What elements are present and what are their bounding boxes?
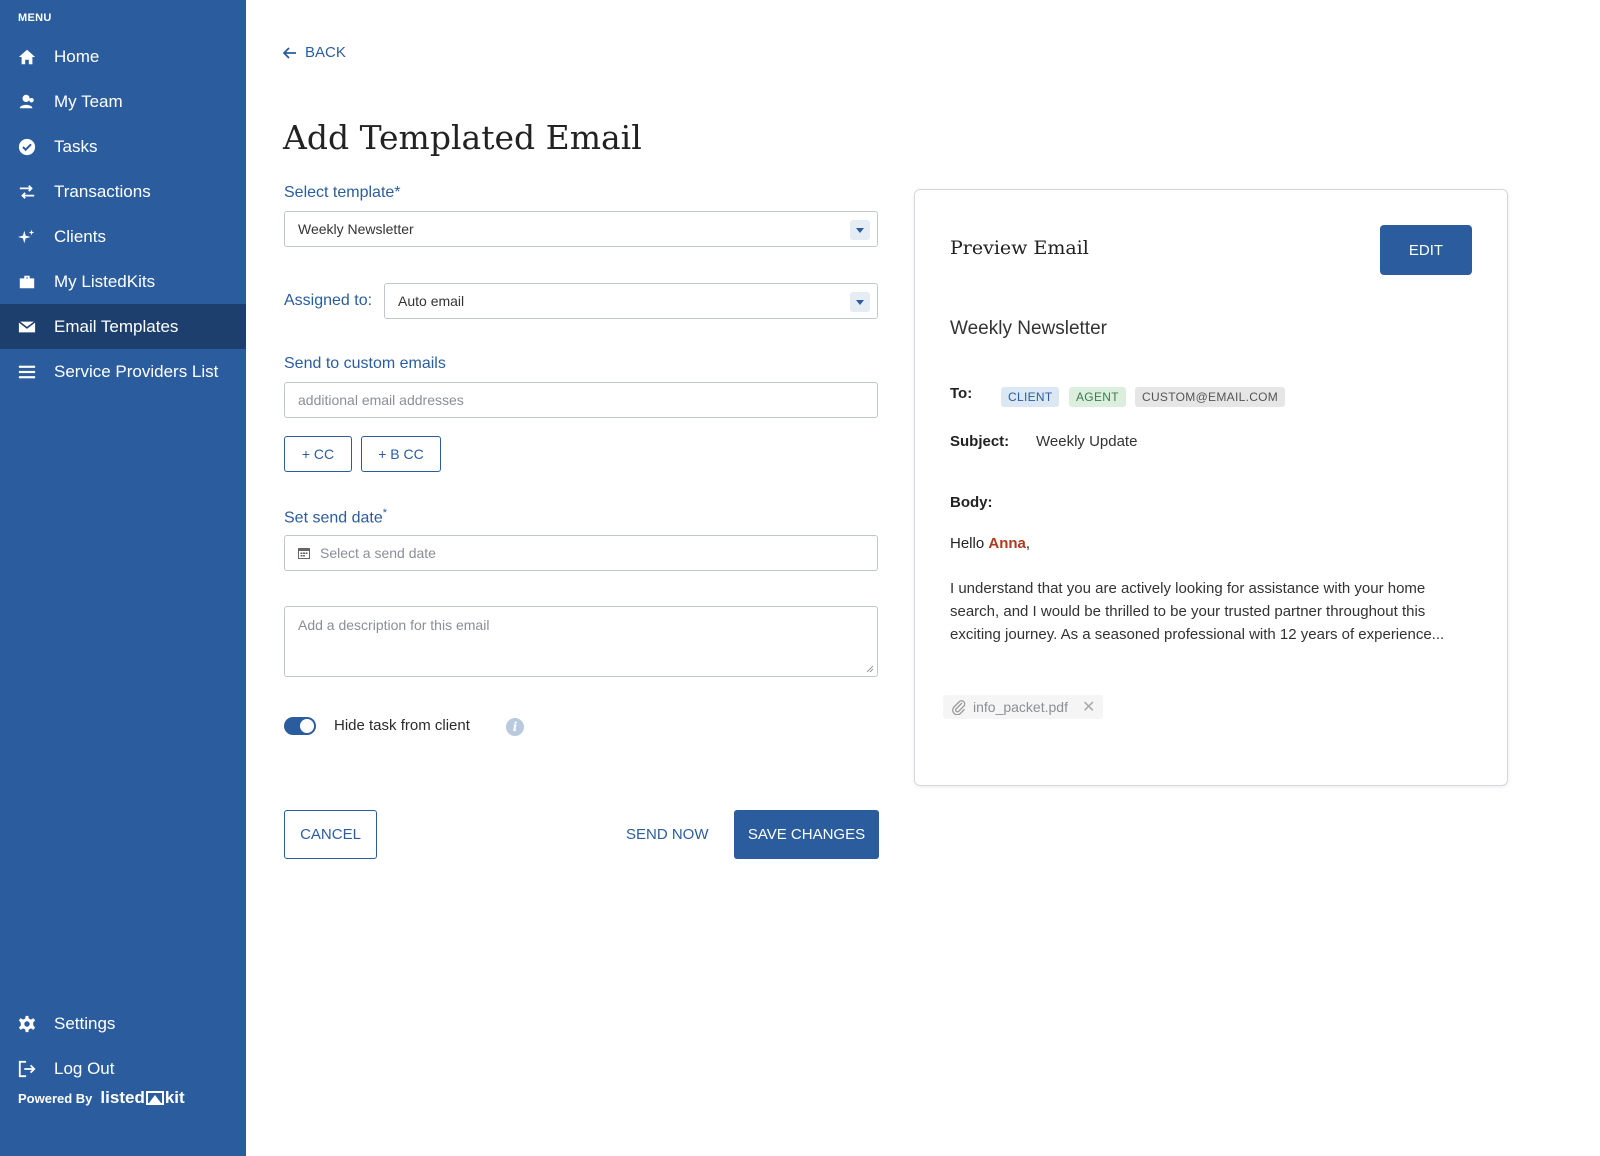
recipient-tag-custom: CUSTOM@EMAIL.COM — [1135, 387, 1286, 407]
attachment-chip[interactable]: info_packet.pdf ✕ — [943, 695, 1104, 719]
sidebar-item-tasks[interactable]: Tasks — [0, 124, 246, 169]
resize-handle-icon[interactable] — [864, 663, 874, 673]
brand-logo: listed kit — [100, 1088, 184, 1108]
body-text: I understand that you are actively looki… — [950, 580, 1445, 643]
subject-value: Weekly Update — [1036, 433, 1138, 450]
sidebar-item-label: Clients — [54, 226, 106, 246]
sidebar-item-settings[interactable]: Settings — [0, 1001, 246, 1046]
close-icon[interactable]: ✕ — [1082, 697, 1095, 717]
sidebar-item-label: Settings — [54, 1013, 116, 1033]
swap-arrows-icon — [18, 183, 36, 201]
sidebar-item-home[interactable]: Home — [0, 34, 246, 79]
sidebar-item-label: Tasks — [54, 136, 98, 156]
to-label: To: — [950, 385, 973, 402]
sidebar-item-my-listedkits[interactable]: My ListedKits — [0, 259, 246, 304]
sidebar-item-label: My ListedKits — [54, 271, 156, 291]
paperclip-icon — [952, 700, 966, 715]
envelope-icon — [18, 318, 36, 336]
greeting-name: Anna — [988, 535, 1026, 552]
recipient-tag-agent: AGENT — [1069, 387, 1126, 407]
greeting: Hello Anna, — [950, 535, 1030, 552]
powered-by-label: Powered By — [18, 1090, 93, 1106]
body-fade — [950, 646, 1478, 652]
send-date-placeholder: Select a send date — [320, 545, 436, 561]
recipient-tag-client: CLIENT — [1001, 387, 1060, 407]
edit-button[interactable]: EDIT — [1380, 225, 1472, 275]
assigned-select-value: Auto email — [398, 293, 465, 309]
hide-task-label: Hide task from client — [334, 717, 470, 734]
attachment-name: info_packet.pdf — [973, 699, 1068, 715]
sidebar-item-label: My Team — [54, 91, 123, 111]
sidebar-item-service-providers[interactable]: Service Providers List — [0, 349, 246, 394]
briefcase-icon — [18, 273, 36, 291]
body-label: Body: — [950, 494, 993, 511]
home-icon — [18, 48, 36, 66]
add-cc-button[interactable]: + CC — [284, 436, 352, 472]
check-circle-icon — [18, 138, 36, 156]
custom-emails-label: Send to custom emails — [284, 355, 446, 372]
preview-title: Preview Email — [950, 237, 1089, 259]
arrow-left-icon — [283, 46, 296, 59]
powered-by: Powered By listed kit — [18, 1088, 185, 1108]
required-mark: * — [382, 507, 388, 519]
greeting-prefix: Hello — [950, 535, 989, 552]
logout-icon — [18, 1060, 36, 1078]
cancel-button[interactable]: CANCEL — [284, 810, 377, 859]
sidebar-item-label: Transactions — [54, 181, 151, 201]
sidebar-item-transactions[interactable]: Transactions — [0, 169, 246, 214]
send-date-label: Set send date* — [284, 507, 387, 527]
add-bcc-button[interactable]: + B CC — [361, 436, 441, 472]
custom-emails-input[interactable]: additional email addresses — [284, 382, 878, 418]
brand-right: kit — [164, 1088, 185, 1107]
sidebar: MENU Home My Team Tasks Transactions Cli… — [0, 0, 246, 1156]
sidebar-item-my-team[interactable]: My Team — [0, 79, 246, 124]
template-select-value: Weekly Newsletter — [298, 221, 414, 237]
back-link[interactable]: BACK — [283, 44, 346, 61]
sidebar-item-label: Log Out — [54, 1058, 115, 1078]
menu-label: MENU — [18, 12, 52, 24]
sidebar-item-email-templates[interactable]: Email Templates — [0, 304, 246, 349]
sidebar-item-label: Email Templates — [54, 316, 179, 336]
chevron-down-icon — [850, 292, 870, 312]
greeting-suffix: , — [1025, 535, 1031, 552]
send-date-input[interactable]: Select a send date — [284, 535, 878, 571]
sidebar-item-clients[interactable]: Clients — [0, 214, 246, 259]
send-now-button[interactable]: SEND NOW — [626, 810, 709, 859]
brand-mark-icon — [145, 1091, 164, 1105]
hide-task-toggle[interactable] — [284, 717, 316, 735]
page-title: Add Templated Email — [283, 118, 642, 157]
gear-icon — [18, 1015, 36, 1033]
sidebar-item-logout[interactable]: Log Out — [0, 1046, 246, 1091]
description-placeholder: Add a description for this email — [298, 617, 490, 633]
template-label: Select template* — [284, 184, 401, 201]
assigned-label: Assigned to: — [284, 292, 373, 309]
info-icon[interactable]: i — [506, 718, 524, 736]
save-changes-button[interactable]: SAVE CHANGES — [734, 810, 879, 859]
description-textarea[interactable]: Add a description for this email — [284, 606, 878, 677]
back-label: BACK — [305, 44, 346, 61]
list-icon — [18, 363, 36, 381]
team-icon — [18, 93, 36, 111]
chevron-down-icon — [850, 220, 870, 240]
preview-template-name: Weekly Newsletter — [950, 318, 1107, 339]
custom-emails-placeholder: additional email addresses — [298, 392, 464, 408]
brand-left: listed — [100, 1088, 145, 1107]
sparkle-icon — [18, 228, 36, 246]
sidebar-item-label: Service Providers List — [54, 361, 219, 381]
sidebar-item-label: Home — [54, 46, 100, 66]
send-date-label-text: Set send date — [284, 509, 383, 527]
template-select[interactable]: Weekly Newsletter — [284, 211, 878, 247]
preview-panel: Preview Email EDIT Weekly Newsletter To:… — [914, 189, 1508, 786]
assigned-select[interactable]: Auto email — [384, 283, 878, 319]
calendar-icon — [298, 548, 310, 559]
subject-label: Subject: — [950, 433, 1010, 450]
